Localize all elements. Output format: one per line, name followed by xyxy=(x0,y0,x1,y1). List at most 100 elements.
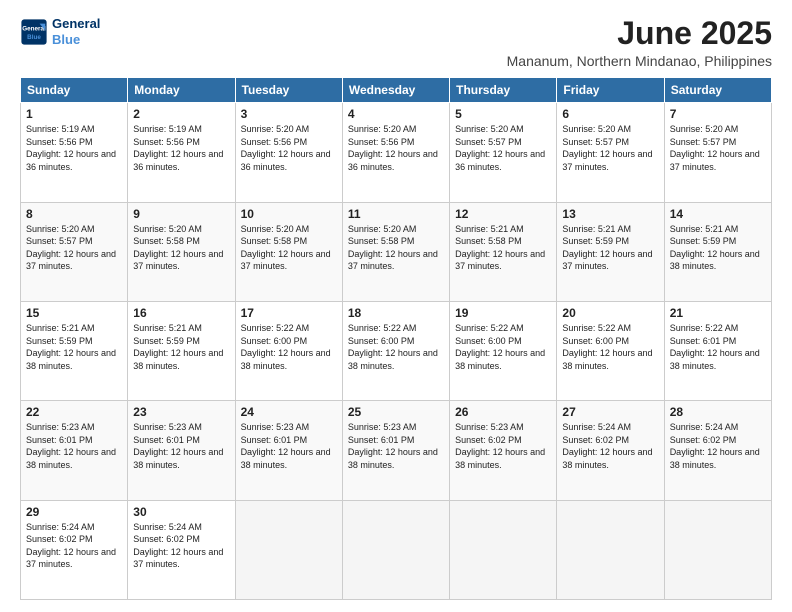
day-detail: Sunrise: 5:24 AMSunset: 6:02 PMDaylight:… xyxy=(133,521,229,571)
day-detail: Sunrise: 5:19 AMSunset: 5:56 PMDaylight:… xyxy=(26,123,122,173)
col-header-thursday: Thursday xyxy=(450,78,557,103)
col-header-wednesday: Wednesday xyxy=(342,78,449,103)
col-header-saturday: Saturday xyxy=(664,78,771,103)
day-number: 18 xyxy=(348,306,444,320)
calendar-cell: 15 Sunrise: 5:21 AMSunset: 5:59 PMDayligh… xyxy=(21,301,128,400)
day-number: 14 xyxy=(670,207,766,221)
day-detail: Sunrise: 5:23 AMSunset: 6:02 PMDaylight:… xyxy=(455,421,551,471)
day-number: 26 xyxy=(455,405,551,419)
day-detail: Sunrise: 5:23 AMSunset: 6:01 PMDaylight:… xyxy=(133,421,229,471)
day-detail: Sunrise: 5:21 AMSunset: 5:58 PMDaylight:… xyxy=(455,223,551,273)
day-detail: Sunrise: 5:22 AMSunset: 6:00 PMDaylight:… xyxy=(348,322,444,372)
title-section: June 2025 Mananum, Northern Mindanao, Ph… xyxy=(507,16,772,69)
calendar-cell: 21 Sunrise: 5:22 AMSunset: 6:01 PMDayligh… xyxy=(664,301,771,400)
day-number: 19 xyxy=(455,306,551,320)
calendar-cell: 22 Sunrise: 5:23 AMSunset: 6:01 PMDayligh… xyxy=(21,401,128,500)
day-detail: Sunrise: 5:20 AMSunset: 5:56 PMDaylight:… xyxy=(348,123,444,173)
day-detail: Sunrise: 5:24 AMSunset: 6:02 PMDaylight:… xyxy=(562,421,658,471)
day-detail: Sunrise: 5:20 AMSunset: 5:58 PMDaylight:… xyxy=(348,223,444,273)
svg-text:Blue: Blue xyxy=(27,34,41,41)
col-header-sunday: Sunday xyxy=(21,78,128,103)
calendar-cell: 1 Sunrise: 5:19 AMSunset: 5:56 PMDaylight… xyxy=(21,103,128,202)
day-detail: Sunrise: 5:20 AMSunset: 5:57 PMDaylight:… xyxy=(562,123,658,173)
week-row-3: 15 Sunrise: 5:21 AMSunset: 5:59 PMDayligh… xyxy=(21,301,772,400)
day-detail: Sunrise: 5:20 AMSunset: 5:56 PMDaylight:… xyxy=(241,123,337,173)
day-number: 24 xyxy=(241,405,337,419)
calendar-cell: 30 Sunrise: 5:24 AMSunset: 6:02 PMDayligh… xyxy=(128,500,235,599)
day-number: 30 xyxy=(133,505,229,519)
week-row-1: 1 Sunrise: 5:19 AMSunset: 5:56 PMDaylight… xyxy=(21,103,772,202)
day-number: 7 xyxy=(670,107,766,121)
day-detail: Sunrise: 5:22 AMSunset: 6:00 PMDaylight:… xyxy=(241,322,337,372)
calendar-cell: 19 Sunrise: 5:22 AMSunset: 6:00 PMDayligh… xyxy=(450,301,557,400)
day-number: 22 xyxy=(26,405,122,419)
day-number: 11 xyxy=(348,207,444,221)
day-detail: Sunrise: 5:19 AMSunset: 5:56 PMDaylight:… xyxy=(133,123,229,173)
calendar-cell: 14 Sunrise: 5:21 AMSunset: 5:59 PMDayligh… xyxy=(664,202,771,301)
day-detail: Sunrise: 5:22 AMSunset: 6:00 PMDaylight:… xyxy=(562,322,658,372)
calendar-cell xyxy=(557,500,664,599)
day-number: 10 xyxy=(241,207,337,221)
calendar-cell: 3 Sunrise: 5:20 AMSunset: 5:56 PMDaylight… xyxy=(235,103,342,202)
calendar-cell: 6 Sunrise: 5:20 AMSunset: 5:57 PMDaylight… xyxy=(557,103,664,202)
calendar-cell: 8Sunrise: 5:20 AMSunset: 5:57 PMDaylight… xyxy=(21,202,128,301)
calendar-cell: 26 Sunrise: 5:23 AMSunset: 6:02 PMDayligh… xyxy=(450,401,557,500)
col-header-friday: Friday xyxy=(557,78,664,103)
calendar-cell: 23 Sunrise: 5:23 AMSunset: 6:01 PMDayligh… xyxy=(128,401,235,500)
calendar-cell: 9 Sunrise: 5:20 AMSunset: 5:58 PMDaylight… xyxy=(128,202,235,301)
calendar-body: 1 Sunrise: 5:19 AMSunset: 5:56 PMDaylight… xyxy=(21,103,772,600)
calendar-cell: 2 Sunrise: 5:19 AMSunset: 5:56 PMDaylight… xyxy=(128,103,235,202)
logo-icon: General Blue xyxy=(20,18,48,46)
day-detail: Sunrise: 5:21 AMSunset: 5:59 PMDaylight:… xyxy=(133,322,229,372)
day-detail: Sunrise: 5:20 AMSunset: 5:57 PMDaylight:… xyxy=(455,123,551,173)
calendar-cell: 13 Sunrise: 5:21 AMSunset: 5:59 PMDayligh… xyxy=(557,202,664,301)
day-number: 2 xyxy=(133,107,229,121)
calendar-cell: 27Sunrise: 5:24 AMSunset: 6:02 PMDayligh… xyxy=(557,401,664,500)
day-detail: Sunrise: 5:23 AMSunset: 6:01 PMDaylight:… xyxy=(26,421,122,471)
calendar-cell: 20Sunrise: 5:22 AMSunset: 6:00 PMDayligh… xyxy=(557,301,664,400)
calendar-cell: 25 Sunrise: 5:23 AMSunset: 6:01 PMDayligh… xyxy=(342,401,449,500)
day-number: 21 xyxy=(670,306,766,320)
logo-text: General Blue xyxy=(52,16,100,47)
day-number: 13 xyxy=(562,207,658,221)
calendar-cell xyxy=(235,500,342,599)
day-number: 12 xyxy=(455,207,551,221)
calendar-cell xyxy=(664,500,771,599)
calendar-cell xyxy=(450,500,557,599)
day-detail: Sunrise: 5:22 AMSunset: 6:01 PMDaylight:… xyxy=(670,322,766,372)
col-header-tuesday: Tuesday xyxy=(235,78,342,103)
calendar-cell: 24Sunrise: 5:23 AMSunset: 6:01 PMDayligh… xyxy=(235,401,342,500)
calendar-cell: 5 Sunrise: 5:20 AMSunset: 5:57 PMDaylight… xyxy=(450,103,557,202)
calendar-cell: 12 Sunrise: 5:21 AMSunset: 5:58 PMDayligh… xyxy=(450,202,557,301)
calendar-cell: 17 Sunrise: 5:22 AMSunset: 6:00 PMDayligh… xyxy=(235,301,342,400)
calendar-cell: 11 Sunrise: 5:20 AMSunset: 5:58 PMDayligh… xyxy=(342,202,449,301)
week-row-4: 22 Sunrise: 5:23 AMSunset: 6:01 PMDayligh… xyxy=(21,401,772,500)
week-row-5: 29Sunrise: 5:24 AMSunset: 6:02 PMDayligh… xyxy=(21,500,772,599)
day-number: 1 xyxy=(26,107,122,121)
day-number: 6 xyxy=(562,107,658,121)
day-detail: Sunrise: 5:20 AMSunset: 5:58 PMDaylight:… xyxy=(133,223,229,273)
day-detail: Sunrise: 5:22 AMSunset: 6:00 PMDaylight:… xyxy=(455,322,551,372)
day-detail: Sunrise: 5:21 AMSunset: 5:59 PMDaylight:… xyxy=(26,322,122,372)
day-detail: Sunrise: 5:23 AMSunset: 6:01 PMDaylight:… xyxy=(348,421,444,471)
calendar-subtitle: Mananum, Northern Mindanao, Philippines xyxy=(507,53,772,69)
day-number: 3 xyxy=(241,107,337,121)
day-number: 17 xyxy=(241,306,337,320)
day-number: 5 xyxy=(455,107,551,121)
calendar-table: SundayMondayTuesdayWednesdayThursdayFrid… xyxy=(20,77,772,600)
day-number: 15 xyxy=(26,306,122,320)
logo: General Blue General Blue xyxy=(20,16,100,47)
day-detail: Sunrise: 5:24 AMSunset: 6:02 PMDaylight:… xyxy=(670,421,766,471)
calendar-cell: 4Sunrise: 5:20 AMSunset: 5:56 PMDaylight… xyxy=(342,103,449,202)
day-number: 23 xyxy=(133,405,229,419)
day-number: 25 xyxy=(348,405,444,419)
day-detail: Sunrise: 5:24 AMSunset: 6:02 PMDaylight:… xyxy=(26,521,122,571)
calendar-cell: 10Sunrise: 5:20 AMSunset: 5:58 PMDayligh… xyxy=(235,202,342,301)
day-detail: Sunrise: 5:21 AMSunset: 5:59 PMDaylight:… xyxy=(562,223,658,273)
calendar-cell: 16Sunrise: 5:21 AMSunset: 5:59 PMDayligh… xyxy=(128,301,235,400)
day-detail: Sunrise: 5:21 AMSunset: 5:59 PMDaylight:… xyxy=(670,223,766,273)
calendar-cell: 7Sunrise: 5:20 AMSunset: 5:57 PMDaylight… xyxy=(664,103,771,202)
calendar-cell: 18 Sunrise: 5:22 AMSunset: 6:00 PMDayligh… xyxy=(342,301,449,400)
day-number: 9 xyxy=(133,207,229,221)
calendar-cell xyxy=(342,500,449,599)
